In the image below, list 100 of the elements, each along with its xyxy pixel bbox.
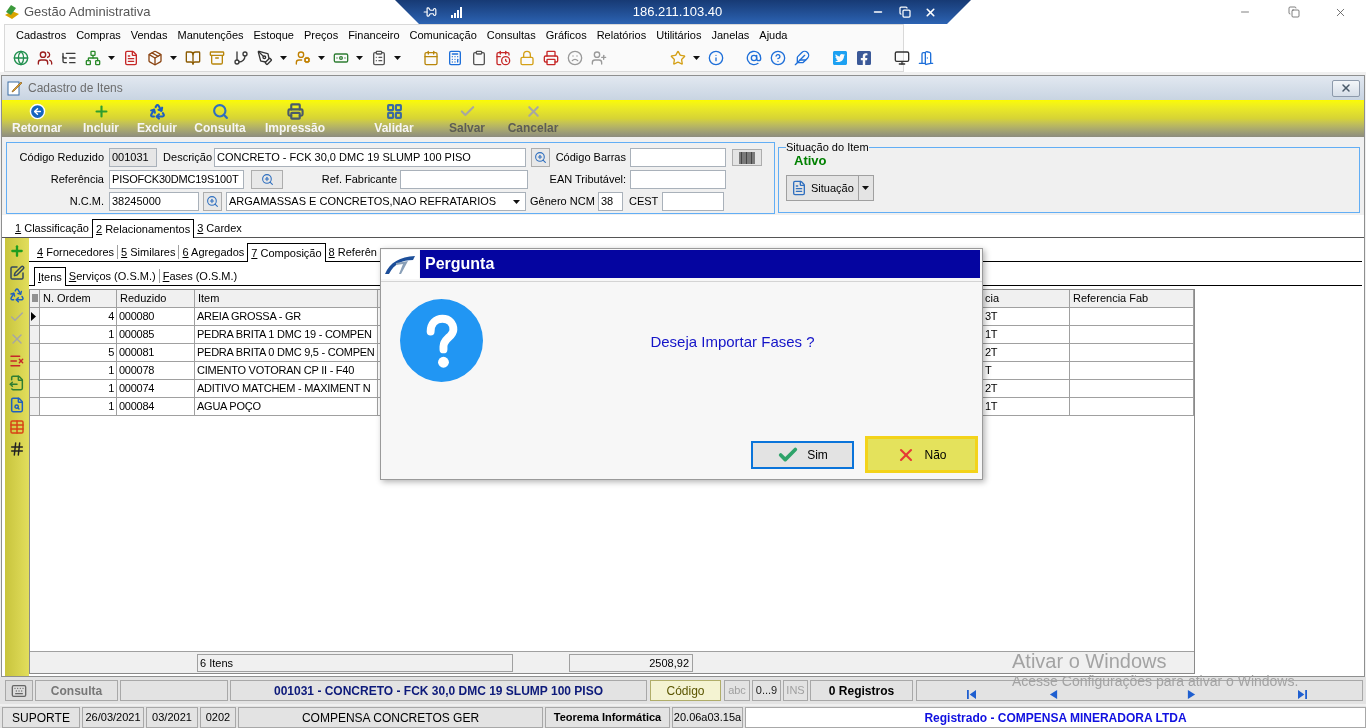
help-icon[interactable] bbox=[770, 50, 786, 66]
globe-icon[interactable] bbox=[13, 50, 29, 66]
tab[interactable]: Fases (O.S.M.) bbox=[159, 267, 241, 285]
lookup-button[interactable] bbox=[531, 148, 550, 167]
monitor-icon[interactable] bbox=[894, 50, 910, 66]
text-field[interactable]: CONCRETO - FCK 30,0 DMC 19 SLUMP 100 PISO bbox=[214, 148, 526, 167]
menu-item[interactable]: Comunicação bbox=[404, 26, 482, 44]
people-icon[interactable] bbox=[37, 50, 53, 66]
star-icon[interactable] bbox=[670, 50, 686, 66]
tab[interactable]: Itens bbox=[34, 267, 66, 286]
archive-icon[interactable] bbox=[209, 50, 225, 66]
recycle-icon[interactable] bbox=[9, 287, 25, 303]
tab[interactable]: 6 Agregados bbox=[179, 243, 248, 261]
cancel-button[interactable]: Não bbox=[865, 436, 978, 473]
add-person-icon[interactable] bbox=[591, 50, 607, 66]
calendar-clock-icon[interactable] bbox=[495, 50, 511, 66]
row-header-cell[interactable] bbox=[30, 326, 40, 344]
menu-item[interactable]: Manutenções bbox=[172, 26, 249, 44]
plus-icon[interactable] bbox=[9, 243, 25, 259]
caret-icon[interactable] bbox=[693, 56, 700, 60]
tab[interactable]: 3 Cardex bbox=[194, 219, 245, 237]
tree-icon[interactable] bbox=[61, 50, 77, 66]
at-sign-icon[interactable] bbox=[746, 50, 762, 66]
text-field[interactable]: 001031 bbox=[109, 148, 157, 167]
ncm-dropdown[interactable]: ARGAMASSAS E CONCRETOS,NAO REFRATARIOS bbox=[226, 192, 526, 211]
caret-icon[interactable] bbox=[280, 56, 287, 60]
text-field[interactable] bbox=[400, 170, 528, 189]
text-field[interactable] bbox=[630, 170, 726, 189]
tab[interactable]: 1 Classificação bbox=[12, 219, 92, 237]
file-search-icon[interactable] bbox=[9, 397, 25, 413]
lookup-button[interactable] bbox=[203, 192, 222, 211]
list-x-icon[interactable] bbox=[9, 353, 25, 369]
caret-icon[interactable] bbox=[318, 56, 325, 60]
pin-icon[interactable] bbox=[423, 5, 437, 19]
door-icon[interactable] bbox=[918, 50, 934, 66]
text-field[interactable]: 38 bbox=[598, 192, 623, 211]
list-icon[interactable] bbox=[31, 294, 38, 303]
calculator-icon[interactable] bbox=[447, 50, 463, 66]
book-icon[interactable] bbox=[185, 50, 201, 66]
menu-item[interactable]: Estoque bbox=[248, 26, 299, 44]
column-header[interactable]: Item bbox=[195, 290, 378, 308]
text-field[interactable] bbox=[662, 192, 724, 211]
pen-icon[interactable] bbox=[257, 50, 273, 66]
column-header[interactable]: Referencia Fab bbox=[1070, 290, 1194, 308]
calendar-icon[interactable] bbox=[423, 50, 439, 66]
tab[interactable]: 5 Similares bbox=[118, 243, 179, 261]
text-field[interactable] bbox=[630, 148, 726, 167]
column-header[interactable]: cia bbox=[982, 290, 1070, 308]
tab[interactable]: 2 Relacionamentos bbox=[92, 219, 195, 238]
caret-icon[interactable] bbox=[108, 56, 115, 60]
info-icon[interactable] bbox=[708, 50, 724, 66]
caret-icon[interactable] bbox=[862, 186, 870, 190]
menu-item[interactable]: Financeiro bbox=[343, 26, 405, 44]
clipboard-list-icon[interactable] bbox=[371, 50, 387, 66]
text-field[interactable]: 38245000 bbox=[109, 192, 199, 211]
tab[interactable]: 4 Fornecedores bbox=[34, 243, 118, 261]
sad-face-icon[interactable] bbox=[567, 50, 583, 66]
tab[interactable]: 7 Composição bbox=[247, 243, 326, 262]
lookup-button[interactable] bbox=[251, 170, 283, 189]
menu-item[interactable]: Compras bbox=[71, 26, 126, 44]
menu-item[interactable]: Gráficos bbox=[540, 26, 592, 44]
tab[interactable]: Serviços (O.S.M.) bbox=[65, 267, 159, 285]
f-letter-icon[interactable] bbox=[856, 50, 872, 66]
menu-item[interactable]: Ajuda bbox=[754, 26, 793, 44]
printer-icon[interactable] bbox=[543, 50, 559, 66]
feather-icon[interactable] bbox=[794, 50, 810, 66]
row-header-cell[interactable] bbox=[30, 398, 40, 416]
clipboard-icon[interactable] bbox=[471, 50, 487, 66]
package-icon[interactable] bbox=[147, 50, 163, 66]
text-field[interactable]: PISOFCK30DMC19S100T bbox=[109, 170, 244, 189]
form-edit-icon[interactable] bbox=[9, 265, 25, 281]
menu-item[interactable]: Vendas bbox=[125, 26, 173, 44]
close-button[interactable] bbox=[1332, 79, 1360, 97]
column-header[interactable]: Reduzido bbox=[117, 290, 195, 308]
tab[interactable]: 8 Referên bbox=[325, 243, 380, 261]
keyboard-button[interactable] bbox=[5, 680, 33, 701]
network-icon[interactable] bbox=[85, 50, 101, 66]
caret-icon[interactable] bbox=[394, 56, 401, 60]
menu-item[interactable]: Relatórios bbox=[591, 26, 652, 44]
row-header-cell[interactable] bbox=[30, 380, 40, 398]
menu-item[interactable]: Preços bbox=[298, 26, 344, 44]
branch-icon[interactable] bbox=[233, 50, 249, 66]
menu-item[interactable]: Consultas bbox=[481, 26, 541, 44]
barcode-button[interactable] bbox=[732, 149, 762, 166]
menu-item[interactable]: Janelas bbox=[706, 26, 755, 44]
caret-icon[interactable] bbox=[170, 56, 177, 60]
person-gear-icon[interactable] bbox=[295, 50, 311, 66]
row-header-cell[interactable] bbox=[30, 344, 40, 362]
document-icon[interactable] bbox=[123, 50, 139, 66]
close-icon[interactable] bbox=[924, 5, 937, 19]
banknote-icon[interactable] bbox=[333, 50, 349, 66]
restore-icon[interactable] bbox=[899, 6, 911, 18]
caret-icon[interactable] bbox=[356, 56, 363, 60]
confirm-button[interactable]: Sim bbox=[751, 440, 854, 469]
next-record-icon[interactable] bbox=[1187, 690, 1196, 699]
menu-item[interactable]: Utilitários bbox=[651, 26, 707, 44]
bird-icon[interactable] bbox=[832, 50, 848, 66]
status-button[interactable]: Situação bbox=[786, 175, 859, 201]
menu-item[interactable]: Cadastros bbox=[11, 26, 72, 44]
last-record-icon[interactable] bbox=[1298, 690, 1307, 699]
